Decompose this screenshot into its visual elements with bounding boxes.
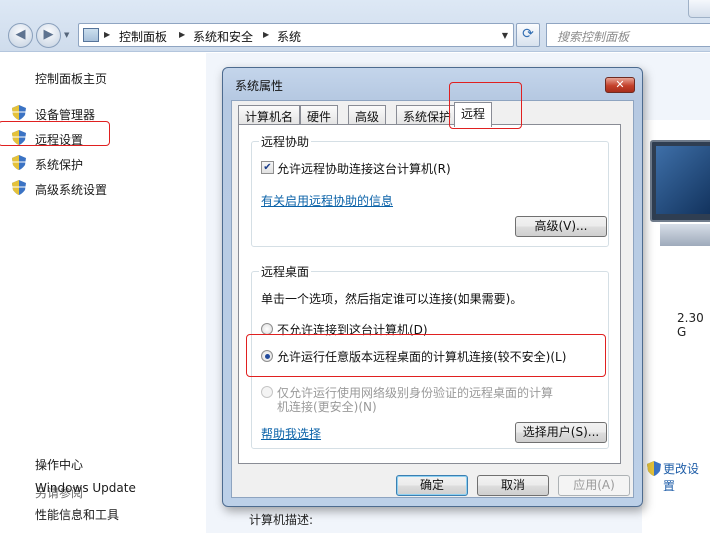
tab-computer-name[interactable]: 计算机名 [238,105,301,125]
highlight-box [449,82,522,129]
breadcrumb-control-panel[interactable]: 控制面板 [119,28,167,45]
shield-icon [12,105,26,120]
breadcrumb-system[interactable]: 系统 [277,28,301,45]
remote-tab-page: 远程协助 ✔ 允许远程协助连接这台计算机(R) 有关启用远程协助的信息 高级(V… [238,124,621,464]
shield-icon [647,461,661,476]
refresh-button[interactable]: ⟳ [516,23,540,47]
breadcrumb-system-security[interactable]: 系统和安全 [193,28,253,45]
remote-desktop-title: 远程桌面 [259,263,312,280]
select-users-button[interactable]: 选择用户(S)... [515,422,607,443]
shield-icon [12,180,26,195]
remote-assistance-title: 远程协助 [259,133,312,150]
advanced-button[interactable]: 高级(V)... [515,216,607,237]
ok-button[interactable]: 确定 [396,475,468,496]
allow-remote-assistance-checkbox[interactable]: 允许远程协助连接这台计算机(R) [277,160,451,177]
dialog-title: 系统属性 [235,79,284,93]
cpu-speed-text: 2.30 G [677,311,704,339]
forward-button[interactable]: ▶ [36,23,61,48]
system-properties-dialog: 系统属性 ✕ 计算机名 硬件 高级 系统保护 远程 远程协助 ✔ 允许远程协助连… [222,67,643,507]
window-control-button[interactable] [688,0,710,18]
highlight-box [0,121,110,146]
nav-control-panel-home[interactable]: 控制面板主页 [35,70,107,87]
dialog-body: 计算机名 硬件 高级 系统保护 远程 远程协助 ✔ 允许远程协助连接这台计算机(… [231,100,634,498]
recent-pages-dropdown-icon[interactable]: ▼ [64,31,69,39]
nav-performance-tools[interactable]: 性能信息和工具 [35,506,119,523]
chevron-right-icon: ▶ [179,30,186,39]
back-button[interactable]: ◀ [8,23,33,48]
computer-description-label: 计算机描述: [249,513,314,527]
monitor-base [660,224,710,246]
change-settings-link[interactable]: 更改设置 [663,460,710,494]
search-input[interactable]: 搜索控制面板 [546,23,710,47]
tab-advanced[interactable]: 高级 [348,105,387,125]
remote-assistance-info-link[interactable]: 有关启用远程协助的信息 [261,192,393,209]
control-panel-icon [83,28,99,42]
close-button[interactable]: ✕ [605,77,635,93]
chevron-right-icon: ▶ [263,30,270,39]
radio-button-icon [261,386,273,398]
chevron-right-icon: ▶ [104,30,111,39]
nav-system-protection[interactable]: 系统保护 [35,156,83,173]
checkbox-check-icon[interactable]: ✔ [261,161,274,174]
address-bar[interactable]: ▶ 控制面板 ▶ 系统和安全 ▶ 系统 ▼ [78,23,514,47]
nav-advanced-system-settings[interactable]: 高级系统设置 [35,181,107,198]
nav-windows-update[interactable]: Windows Update [35,481,136,495]
nav-action-center[interactable]: 操作中心 [35,456,83,473]
help-me-choose-link[interactable]: 帮助我选择 [261,425,321,442]
windows-logo-icon [656,146,710,214]
option-nla-only-line2: 机连接(更安全)(N) [277,400,377,414]
apply-button: 应用(A) [558,475,630,496]
remote-desktop-instruction: 单击一个选项，然后指定谁可以连接(如果需要)。 [261,292,523,306]
navigation-bar: ◀ ▶ ▼ ▶ 控制面板 ▶ 系统和安全 ▶ 系统 ▼ ⟳ 搜索控制面板 [0,0,710,52]
tab-hardware[interactable]: 硬件 [300,105,339,125]
computer-monitor-icon [650,140,710,222]
highlight-box [246,334,606,377]
address-dropdown-icon[interactable]: ▼ [502,31,508,40]
cancel-button[interactable]: 取消 [477,475,549,496]
shield-icon [12,155,26,170]
